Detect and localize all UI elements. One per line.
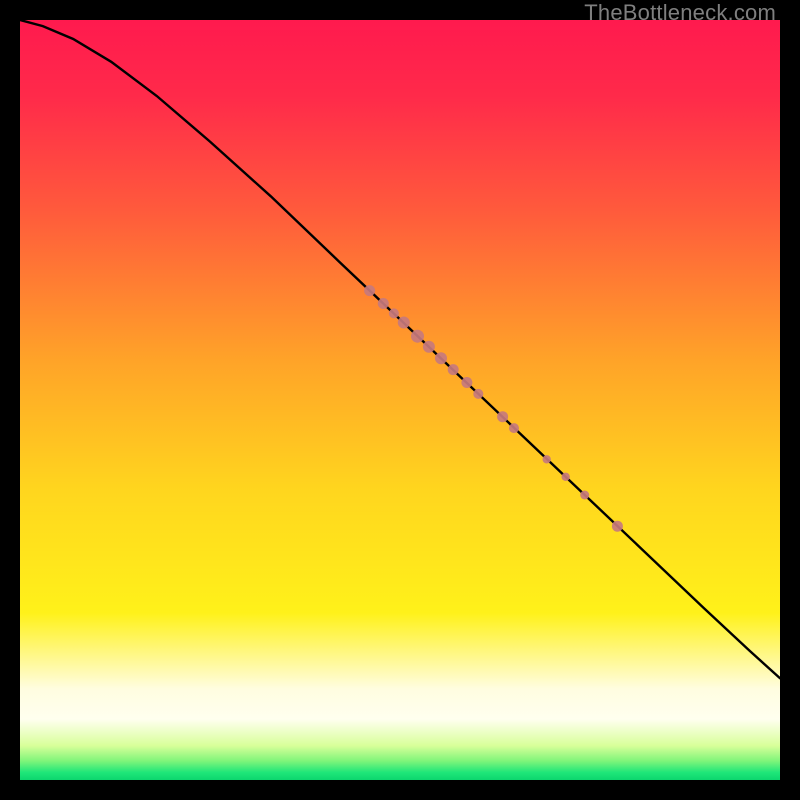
data-point bbox=[562, 473, 570, 481]
curve-line bbox=[20, 20, 780, 678]
data-point bbox=[509, 423, 519, 433]
data-point bbox=[543, 455, 551, 463]
data-point bbox=[398, 317, 410, 329]
chart-frame: TheBottleneck.com bbox=[0, 0, 800, 800]
data-point bbox=[612, 521, 623, 532]
data-point bbox=[435, 352, 447, 364]
data-point bbox=[411, 330, 424, 343]
data-point bbox=[473, 389, 483, 399]
data-point bbox=[580, 491, 589, 500]
plot-area bbox=[20, 20, 780, 780]
data-point bbox=[497, 411, 508, 422]
data-point bbox=[461, 377, 472, 388]
data-point bbox=[423, 341, 435, 353]
chart-svg bbox=[20, 20, 780, 780]
data-point bbox=[389, 308, 399, 318]
data-point bbox=[448, 364, 459, 375]
data-point bbox=[364, 285, 375, 296]
data-point bbox=[378, 298, 389, 309]
